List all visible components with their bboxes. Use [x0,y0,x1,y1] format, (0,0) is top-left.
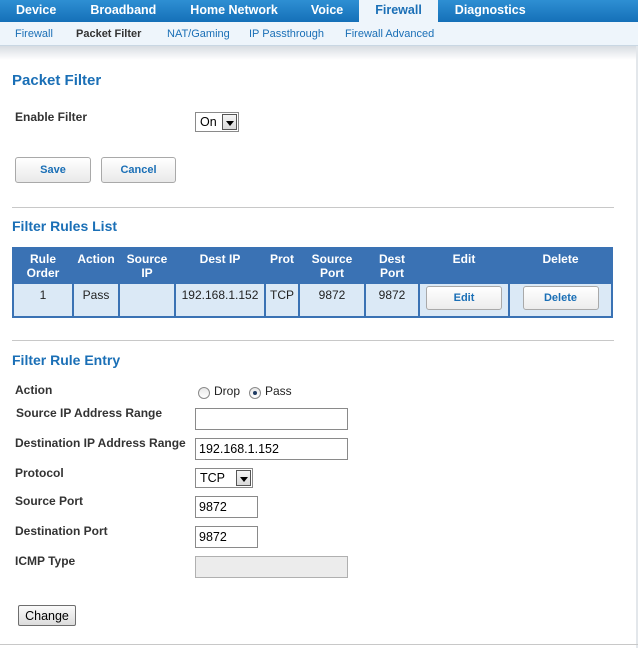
icmp-type-input [195,556,348,578]
tab-home-network[interactable]: Home Network [173,0,295,22]
delete-button[interactable]: Delete [522,286,599,310]
col-delete: Delete [510,249,611,282]
col-dest-port: Dest Port [366,249,418,282]
cell-rule-order: 1 [14,284,72,316]
action-drop-label: Drop [214,384,241,398]
col-action: Action [74,249,118,282]
cancel-button[interactable]: Cancel [101,157,176,183]
dest-ip-label: Destination IP Address Range [15,436,186,450]
enable-filter-select[interactable]: On [195,112,239,132]
source-ip-input[interactable] [195,408,348,430]
edit-button[interactable]: Edit [426,286,502,310]
header-shadow [0,46,638,60]
tab-diagnostics[interactable]: Diagnostics [438,0,543,22]
subtab-firewall[interactable]: Firewall [15,28,53,40]
action-drop-radio[interactable] [198,387,210,399]
save-button[interactable]: Save [15,157,91,183]
tab-broadband[interactable]: Broadband [73,0,173,22]
col-rule-order: Rule Order [14,249,72,282]
dest-ip-input[interactable]: 192.168.1.152 [195,438,348,460]
divider [12,340,614,341]
cell-prot: TCP [266,284,298,316]
chevron-down-icon [222,114,237,130]
subtab-packet-filter[interactable]: Packet Filter [76,28,141,40]
cell-dest-ip: 192.168.1.152 [176,284,264,316]
source-ip-label: Source IP Address Range [16,406,163,420]
col-source-ip: Source IP [120,249,174,282]
rule-entry-title: Filter Rule Entry [12,352,121,368]
col-edit: Edit [420,249,508,282]
divider [0,644,638,645]
top-nav: Device Broadband Home Network Voice Fire… [0,0,638,22]
subtab-firewall-advanced[interactable]: Firewall Advanced [345,28,434,40]
cell-source-port: 9872 [300,284,364,316]
enable-filter-value: On [200,115,217,129]
table-row: 1 Pass 192.168.1.152 TCP 9872 9872 Edit … [14,284,611,316]
subtab-ip-passthrough[interactable]: IP Passthrough [249,28,324,40]
packet-filter-title: Packet Filter [12,72,102,89]
chevron-down-icon [236,470,251,486]
cell-dest-port: 9872 [366,284,418,316]
protocol-select[interactable]: TCP [195,468,253,488]
col-prot: Prot [266,249,298,282]
cell-action: Pass [74,284,118,316]
rules-table: Rule Order Action Source IP Dest IP Prot… [12,247,613,318]
protocol-label: Protocol [15,466,64,480]
action-pass-label: Pass [265,384,292,398]
cell-delete: Delete [510,284,611,316]
col-source-port: Source Port [300,249,364,282]
tab-firewall[interactable]: Firewall [359,0,438,22]
cell-source-ip [120,284,174,316]
col-dest-ip: Dest IP [176,249,264,282]
rules-list-title: Filter Rules List [12,218,118,234]
dest-port-input[interactable]: 9872 [195,526,258,548]
change-button[interactable]: Change [18,605,76,626]
enable-filter-label: Enable Filter [15,110,88,124]
action-pass-radio[interactable] [249,387,261,399]
source-port-label: Source Port [15,494,84,508]
action-label: Action [15,383,53,397]
divider [12,207,614,208]
subtab-nat-gaming[interactable]: NAT/Gaming [167,28,230,40]
tab-device[interactable]: Device [0,0,73,22]
source-port-input[interactable]: 9872 [195,496,258,518]
tab-voice[interactable]: Voice [295,0,359,22]
cell-edit: Edit [420,284,508,316]
icmp-type-label: ICMP Type [15,554,76,568]
protocol-value: TCP [200,471,225,485]
table-header-row: Rule Order Action Source IP Dest IP Prot… [14,249,611,282]
dest-port-label: Destination Port [15,524,108,538]
sub-nav: Firewall Packet Filter NAT/Gaming IP Pas… [0,22,638,46]
